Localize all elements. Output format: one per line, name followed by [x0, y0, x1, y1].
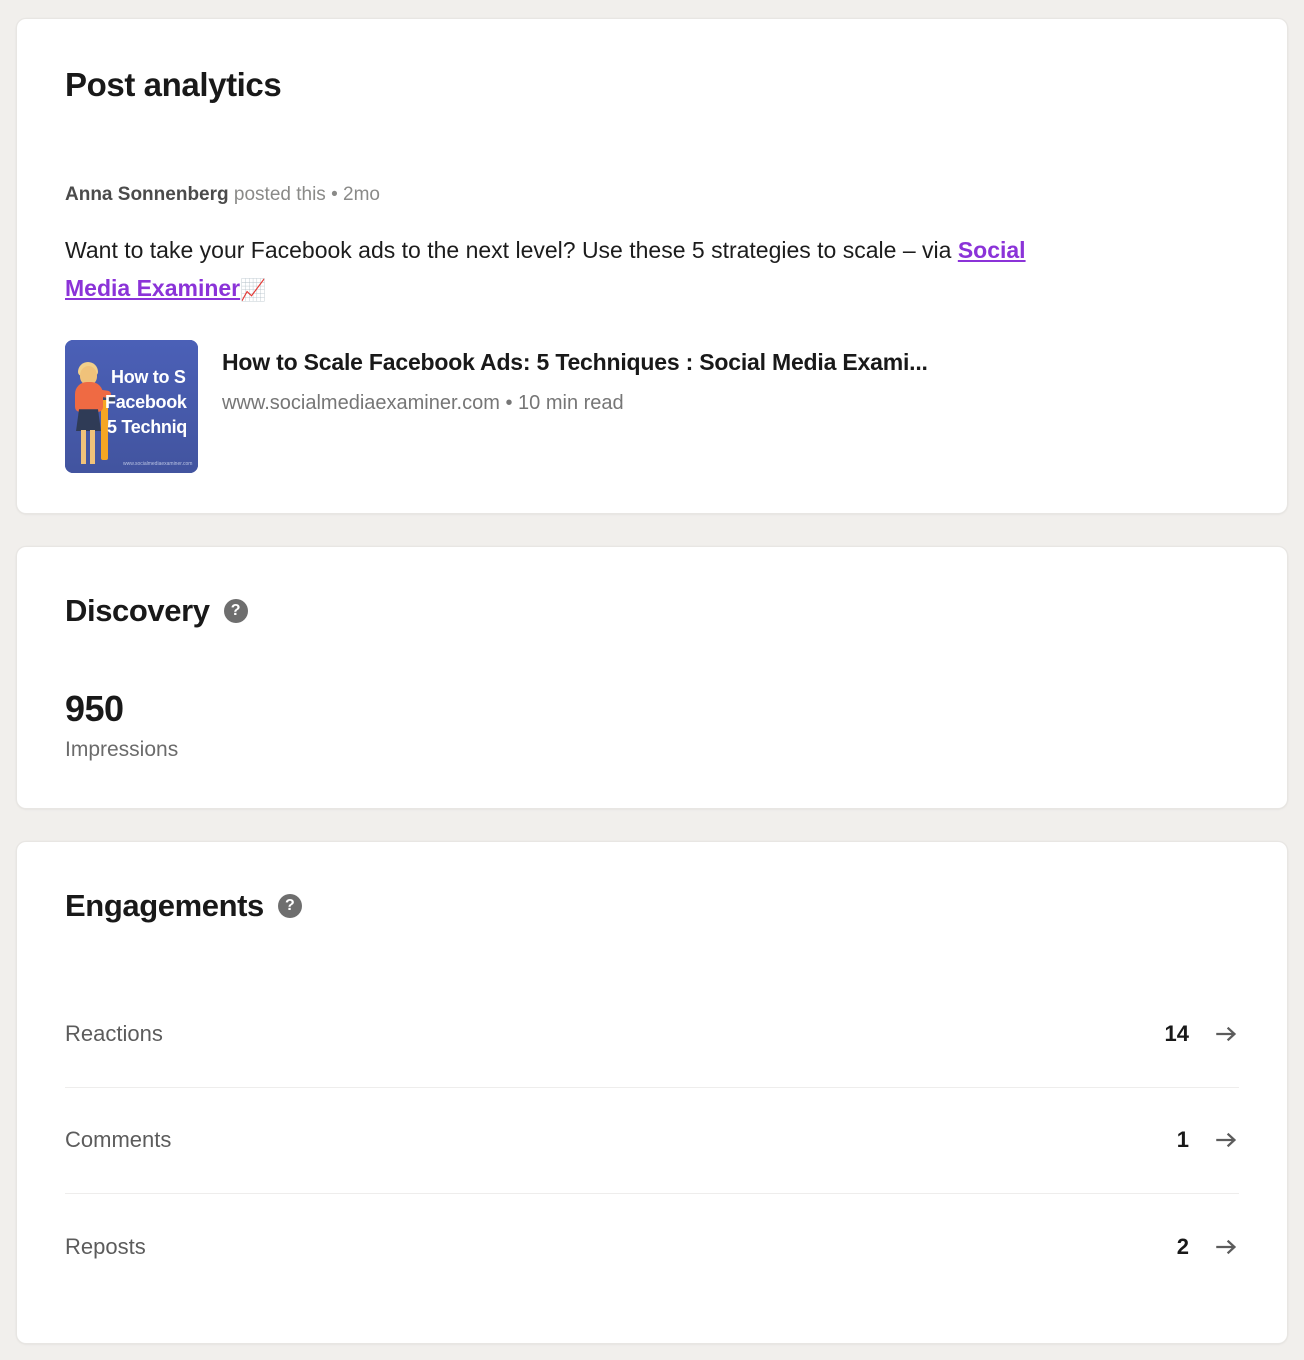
discovery-title: Discovery: [65, 593, 210, 629]
arrow-right-icon[interactable]: [1213, 1234, 1239, 1260]
engagement-row-right: 2: [1177, 1234, 1239, 1260]
illustration-person-leg-right: [90, 430, 95, 465]
post-text-body: Want to take your Facebook ads to the ne…: [65, 237, 958, 264]
engagements-header: Engagements ?: [65, 888, 1239, 924]
illustration-person-body: [75, 382, 103, 413]
link-preview-thumbnail[interactable]: How to S Facebook 5 Techniq www.socialme…: [65, 340, 198, 474]
engagements-list: Reactions 14 Comments 1 Reposts 2: [65, 982, 1239, 1300]
page-title: Post analytics: [65, 66, 282, 103]
arrow-right-icon[interactable]: [1213, 1021, 1239, 1047]
thumbnail-footer-url: www.socialmediaexaminer.com: [123, 461, 193, 468]
engagement-row-reposts[interactable]: Reposts 2: [65, 1194, 1239, 1300]
engagement-row-comments[interactable]: Comments 1: [65, 1088, 1239, 1194]
post-byline-suffix: posted this • 2mo: [228, 183, 380, 205]
chart-increasing-emoji-icon: 📈: [240, 279, 267, 303]
illustration-person-skirt: [76, 409, 101, 432]
link-preview-card[interactable]: How to S Facebook 5 Techniq www.socialme…: [65, 340, 1239, 474]
thumbnail-text-line-3: 5 Techniq: [107, 417, 187, 438]
engagement-label: Comments: [65, 1127, 172, 1153]
engagement-value: 1: [1176, 1127, 1189, 1153]
help-circle-icon[interactable]: ?: [223, 599, 248, 624]
engagement-label: Reactions: [65, 1021, 163, 1047]
engagement-row-right: 1: [1177, 1127, 1239, 1153]
link-preview-title[interactable]: How to Scale Facebook Ads: 5 Techniques …: [222, 348, 928, 377]
engagements-card: Engagements ? Reactions 14 Comments 1 Re…: [16, 840, 1288, 1344]
thumbnail-text-line-1: How to S: [111, 367, 186, 388]
discovery-card: Discovery ? 950 Impressions: [16, 546, 1288, 809]
help-circle-icon[interactable]: ?: [277, 893, 302, 918]
link-preview-body: How to Scale Facebook Ads: 5 Techniques …: [222, 340, 928, 415]
link-preview-meta: www.socialmediaexaminer.com • 10 min rea…: [222, 392, 928, 415]
impressions-metric: 950 Impressions: [65, 689, 1239, 762]
arrow-right-icon[interactable]: [1213, 1127, 1239, 1153]
post-analytics-page: Post analytics Anna Sonnenberg posted th…: [0, 0, 1304, 1360]
post-byline: Anna Sonnenberg posted this • 2mo: [65, 183, 1239, 208]
post-text: Want to take your Facebook ads to the ne…: [65, 231, 1065, 310]
discovery-header: Discovery ?: [65, 593, 1239, 629]
post-analytics-card: Post analytics Anna Sonnenberg posted th…: [16, 18, 1288, 515]
impressions-label: Impressions: [65, 737, 179, 761]
link-preview-separator: •: [505, 392, 513, 415]
engagement-label: Reposts: [65, 1233, 146, 1259]
engagement-row-reactions[interactable]: Reactions 14: [65, 982, 1239, 1088]
impressions-value: 950: [65, 688, 124, 730]
post-author: Anna Sonnenberg: [65, 183, 229, 205]
engagements-title: Engagements: [65, 887, 264, 923]
illustration-person-leg-left: [81, 430, 86, 465]
link-preview-url: www.socialmediaexaminer.com: [222, 392, 500, 415]
engagement-value: 14: [1164, 1021, 1189, 1047]
link-preview-read-time: 10 min read: [518, 392, 624, 415]
post-preview-block: Anna Sonnenberg posted this • 2mo Want t…: [65, 183, 1239, 474]
engagement-value: 2: [1176, 1233, 1189, 1259]
engagement-row-right: 14: [1165, 1021, 1239, 1047]
thumbnail-text-line-2: Facebook: [105, 392, 187, 413]
